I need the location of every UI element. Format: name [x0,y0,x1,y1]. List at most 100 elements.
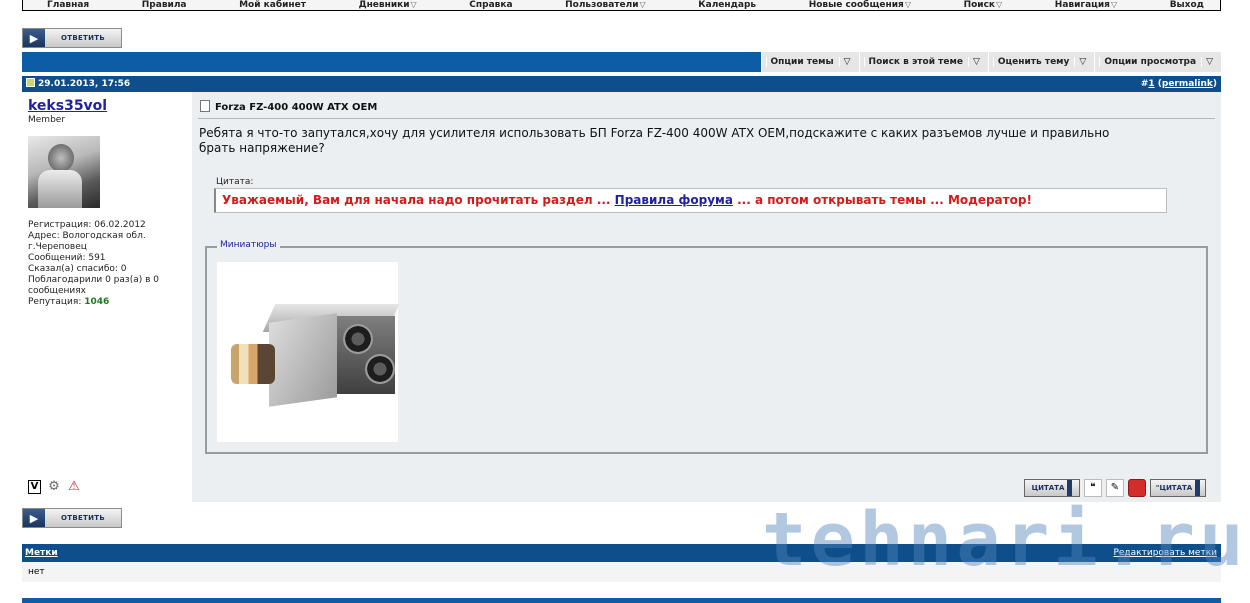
chevron-down-icon: ▽ [1074,57,1091,67]
psu-thumbnail[interactable] [217,262,400,442]
reply-arrow-icon: ▶ [23,29,45,47]
user-info-column: keks35vol Member Регистрация: 06.02.2012… [22,92,192,502]
quote-button-edge [1067,479,1073,496]
search-in-thread[interactable]: Поиск в этой теме ▽ [858,52,988,72]
avatar-head [48,144,74,172]
quote-button[interactable]: ЦИТАТА [1024,478,1080,497]
title-divider [198,118,1215,119]
quote-label: Цитата: [216,177,254,187]
chevron-down-icon: ▽ [904,0,911,9]
thumbnails-label: Миниатюры [217,240,280,250]
chevron-down-icon: ▽ [996,0,1003,9]
search-in-thread-label: Поиск в этой теме [863,57,967,67]
chevron-down-icon: ▽ [410,0,417,9]
nav-new-posts-label: Новые сообщения [808,0,904,10]
nav-navigation-label: Навигация [1054,0,1110,10]
vk-icon[interactable]: V [28,480,41,494]
avatar[interactable] [28,136,100,208]
psu-wires [231,344,275,384]
post-body: Ребята я что-то запутался,хочу для усили… [199,126,1110,155]
reputation-value: 1046 [84,297,110,307]
post-status-icon [26,78,35,87]
permalink-close: ) [1212,79,1217,89]
edit-tags-link[interactable]: Редактировать метки [1113,544,1217,562]
thread-options-label: Опции темы [765,57,838,67]
user-reputation: Репутация: 1046 [28,297,178,308]
nav-rules[interactable]: Правила [142,0,187,10]
thread-toolbar: Опции темы ▽ Поиск в этой теме ▽ Оценить т… [22,52,1221,72]
nav-my-cabinet[interactable]: Мой кабинет [239,0,306,10]
rate-thread-label: Оценить тему [992,57,1074,67]
multiquote-button-edge [1195,479,1201,496]
chevron-down-icon: ▽ [1201,57,1217,67]
reply-arrow-icon: ▶ [23,509,45,527]
nav-search[interactable]: Поиск▽ [964,0,1003,10]
post-title: Forza FZ-400 400W ATX OEM [200,100,377,113]
thumbnails-fieldset: Миниатюры [205,240,1208,454]
chevron-down-icon: ▽ [967,57,984,67]
quote-text-start: Уважаемый, Вам для начала надо прочитать… [222,193,615,207]
tags-header: Метки Редактировать метки [22,544,1221,562]
reply-button-bottom[interactable]: ▶ ОТВЕТИТЬ [22,508,122,528]
multiquote-button-label: "ЦИТАТА [1155,483,1193,492]
permalink-open: ( [1154,79,1162,89]
nav-new-posts[interactable]: Новые сообщения▽ [809,0,911,10]
user-address: Адрес: Вологодская обл. г.Череповец [28,231,146,252]
edit-icon[interactable]: ✎ [1106,478,1124,497]
permalink-link[interactable]: permalink [1162,79,1213,89]
quote-text-end: ... а потом открывать темы ... Модератор… [732,193,1032,207]
thanks-icon[interactable]: ❝ [1084,478,1102,497]
gear-icon[interactable]: ⚙ [47,480,61,494]
reply-button-top[interactable]: ▶ ОТВЕТИТЬ [22,28,122,48]
post-number: #1 (permalink) [1141,76,1217,92]
tags-title[interactable]: Метки [25,544,58,562]
quote-box: Уважаемый, Вам для начала надо прочитать… [214,188,1167,213]
avatar-body [38,170,82,208]
reputation-label: Репутация: [28,297,85,307]
quote-button-label: ЦИТАТА [1031,483,1065,492]
fan-icon [343,324,373,354]
forum-rules-link[interactable]: Правила форума [615,193,733,207]
post-date-text: 29.01.2013, 17:56 [38,79,131,89]
report-warning-icon[interactable]: ⚠ [67,480,81,494]
nav-help[interactable]: Справка [469,0,512,10]
tags-value: нет [22,562,1221,582]
username-link[interactable]: keks35vol [28,98,107,114]
nav-navigation[interactable]: Навигация▽ [1055,0,1117,10]
nav-diaries[interactable]: Дневники▽ [359,0,417,10]
chevron-down-icon: ▽ [1110,0,1118,9]
nav-users[interactable]: Пользователи▽ [565,0,646,10]
rate-thread[interactable]: Оценить тему ▽ [987,52,1094,72]
nav-diaries-label: Дневники [358,0,410,10]
user-icons: V ⚙ ⚠ [28,480,81,494]
post-title-text: Forza FZ-400 400W ATX OEM [215,102,378,113]
user-details: Регистрация: 06.02.2012 Адрес: Вологодск… [28,220,178,308]
user-title: Member [28,115,66,125]
report-icon[interactable] [1128,478,1146,497]
nav-search-label: Поиск [963,0,996,10]
user-posts: Сообщений: 591 [28,253,106,263]
nav-calendar[interactable]: Календарь [698,0,756,10]
post-actions: ЦИТАТА ❝ ✎ "ЦИТАТА [1024,478,1216,497]
view-options-label: Опции просмотра [1099,57,1201,67]
nav-home[interactable]: Главная [47,0,89,10]
nav-logout[interactable]: Выход [1170,0,1204,10]
top-navigation: Главная Правила Мой кабинет Дневники▽ Сп… [22,0,1221,11]
user-thanks-said: Сказал(а) спасибо: 0 [28,264,127,274]
psu-front [269,313,337,407]
reply-button-label: ОТВЕТИТЬ [61,514,105,522]
chevron-down-icon: ▽ [838,57,855,67]
chevron-down-icon: ▽ [639,0,646,9]
user-thanked: Поблагодарили 0 раз(а) в 0 сообщениях [28,275,159,296]
reply-button-label: ОТВЕТИТЬ [61,34,105,42]
fan-icon [365,354,395,384]
post-date: 29.01.2013, 17:56 [26,76,130,92]
post-header: 29.01.2013, 17:56 #1 (permalink) [22,76,1221,92]
view-options[interactable]: Опции просмотра ▽ [1094,52,1221,72]
nav-users-label: Пользователи [565,0,639,10]
bottom-bar [22,598,1221,603]
thread-options[interactable]: Опции темы ▽ [760,52,859,72]
document-icon [200,100,210,112]
multiquote-button[interactable]: "ЦИТАТА [1150,478,1206,497]
post-message: Forza FZ-400 400W ATX OEM Ребята я что-т… [192,92,1221,502]
